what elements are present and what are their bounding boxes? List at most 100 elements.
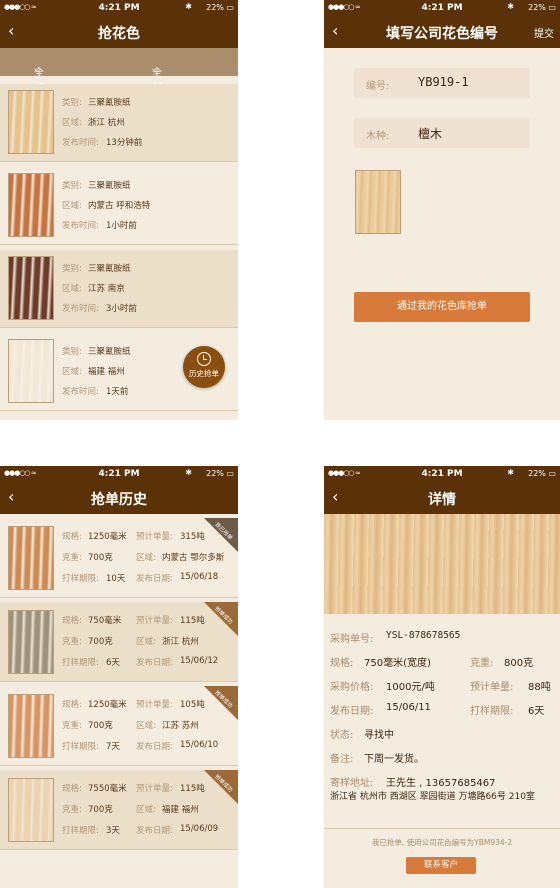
list-item[interactable]: 类别: 三聚氰胺纸 区域: 浙江 杭州 发布时间: 13分钟前: [0, 84, 238, 162]
wood-type-label: 木种:: [366, 131, 390, 142]
page-title: 抢单历史: [91, 492, 147, 508]
history-orders-button[interactable]: 历史抢单: [183, 346, 225, 388]
date-label: 发布日期:: [330, 706, 374, 717]
wood-type-field[interactable]: 木种: 檀木: [354, 118, 530, 148]
posted-value: 1天前: [106, 387, 129, 397]
date-value: 15/06/18: [180, 572, 219, 582]
date-value: 15/06/12: [180, 656, 219, 666]
amount-label: 预计单量:: [136, 616, 173, 626]
filter-bar: 全部区域 ⌵ 全部类别 ⌵: [0, 48, 238, 124]
history-card[interactable]: 我已抢单 规格: 1250毫米 预计单量: 315吨 克重: 700克 区域: 内蒙古 鄂尔多斯…: [0, 518, 238, 598]
period-label: 打样期限:: [62, 574, 99, 584]
region-value: 江苏 苏州: [162, 721, 199, 731]
posted-value: 13分钟前: [106, 138, 143, 148]
wood-thumbnail: [8, 778, 54, 842]
weight-label: 克重:: [470, 658, 494, 669]
date-label: 发布日期:: [136, 742, 173, 752]
date-label: 发布日期:: [136, 658, 173, 668]
weight-label: 克重:: [62, 637, 82, 647]
page-title: 填写公司花色编号: [386, 26, 498, 42]
posted-value: 3小时前: [106, 304, 137, 314]
wood-thumbnail: [8, 90, 54, 154]
divider: [324, 828, 560, 829]
list-item[interactable]: 类别: 三聚氰胺纸 区域: 江苏 南京 发布时间: 3小时前: [0, 250, 238, 328]
wood-thumbnail: [8, 610, 54, 674]
amount-value: 88吨: [528, 682, 551, 693]
posted-label: 发布时间:: [62, 387, 99, 397]
note-value: 下周一发货。: [364, 754, 424, 765]
amount-label: 预计单量:: [470, 682, 514, 693]
category-label: 类别:: [62, 181, 82, 191]
period-value: 3天: [106, 826, 120, 836]
spec-value: 750毫米(宽度): [364, 658, 431, 669]
region-value: 内蒙古 呼和浩特: [88, 201, 151, 211]
amount-label: 预计单量:: [136, 700, 173, 710]
state-value: 寻找中: [364, 730, 394, 741]
history-orders-label: 历史抢单: [189, 369, 219, 378]
region-value: 浙江 杭州: [88, 118, 125, 128]
weight-label: 克重:: [62, 553, 82, 563]
region-value: 江苏 南京: [88, 284, 125, 294]
bluetooth-icon: ✱: [185, 2, 192, 11]
wood-thumbnail: [8, 339, 54, 403]
category-value: 三聚氰胺纸: [88, 264, 131, 274]
date-value: 15/06/10: [180, 740, 219, 750]
status-time: 4:21 PM: [421, 3, 463, 13]
amount-value: 115吨: [180, 784, 205, 794]
category-label: 类别:: [62, 347, 82, 357]
wood-thumbnail: [8, 256, 54, 320]
history-card[interactable]: 抢单成功 规格: 750毫米 预计单量: 115吨 克重: 700克 区域: 浙江 杭州 打样期限…: [0, 602, 238, 682]
category-value: 三聚氰胺纸: [88, 181, 131, 191]
spec-label: 规格:: [62, 700, 82, 710]
spec-value: 7550毫米: [88, 784, 127, 794]
chevron-down-icon: ⌵: [34, 64, 42, 75]
region-value: 内蒙古 鄂尔多斯: [162, 553, 225, 563]
posted-value: 1小时前: [106, 221, 137, 231]
weight-value: 700克: [88, 553, 113, 563]
spec-label: 规格:: [330, 658, 354, 669]
history-card[interactable]: 抢单成功 规格: 1250毫米 预计单量: 105吨 克重: 700克 区域: 江苏 苏州 打样期…: [0, 686, 238, 766]
page-title: 详情: [428, 492, 456, 508]
price-value: 1000元/吨: [386, 682, 435, 693]
region-value: 福建 福州: [88, 367, 125, 377]
contact-value: 王先生 , 13657685467: [386, 778, 496, 789]
weight-value: 700克: [88, 637, 113, 647]
date-label: 发布日期:: [136, 574, 173, 584]
order-number: YSL-878678565: [386, 630, 461, 641]
category-label: 类别:: [62, 264, 82, 274]
state-label: 状态:: [330, 730, 354, 741]
wood-thumbnail: [8, 526, 54, 590]
spec-value: 750毫米: [88, 616, 122, 626]
region-label: 区域:: [136, 805, 156, 815]
wood-thumbnail: [8, 694, 54, 758]
category-value: 三聚氰胺纸: [88, 347, 131, 357]
order-number-label: 采购单号:: [330, 634, 374, 645]
spec-label: 规格:: [62, 616, 82, 626]
weight-label: 克重:: [62, 805, 82, 815]
list-item[interactable]: 类别: 三聚氰胺纸 区域: 内蒙古 呼和浩特 发布时间: 1小时前: [0, 167, 238, 245]
nav-bar: ‹ 抢花色: [0, 16, 238, 48]
period-label: 打样期限:: [470, 706, 514, 717]
history-card[interactable]: 抢单成功 规格: 7550毫米 预计单量: 115吨 克重: 700克 区域: 福建 福州 打样期…: [0, 770, 238, 850]
status-ribbon: 抢单成功: [204, 686, 238, 720]
submit-button[interactable]: 提交: [534, 25, 554, 40]
note-label: 备注:: [330, 754, 354, 765]
spec-label: 规格:: [62, 532, 82, 542]
period-label: 打样期限:: [62, 826, 99, 836]
wood-sample-image: [355, 170, 401, 234]
status-ribbon: 抢单成功: [204, 770, 238, 804]
battery-level: 22% ▭: [528, 469, 556, 478]
price-label: 采购价格:: [330, 682, 374, 693]
bluetooth-icon: ✱: [507, 468, 514, 477]
spec-value: 1250毫米: [88, 532, 127, 542]
region-label: 区域:: [62, 118, 82, 128]
grab-via-library-button[interactable]: 通过我的花色库抢单: [354, 292, 530, 322]
code-field[interactable]: 编号: YB919-1: [354, 68, 530, 98]
weight-value: 700克: [88, 721, 113, 731]
contact-customer-button[interactable]: 联系客户: [406, 857, 476, 874]
posted-label: 发布时间:: [62, 221, 99, 231]
date-value: 15/06/09: [180, 824, 219, 834]
region-label: 区域:: [136, 553, 156, 563]
weight-label: 克重:: [62, 721, 82, 731]
period-value: 7天: [106, 742, 120, 752]
